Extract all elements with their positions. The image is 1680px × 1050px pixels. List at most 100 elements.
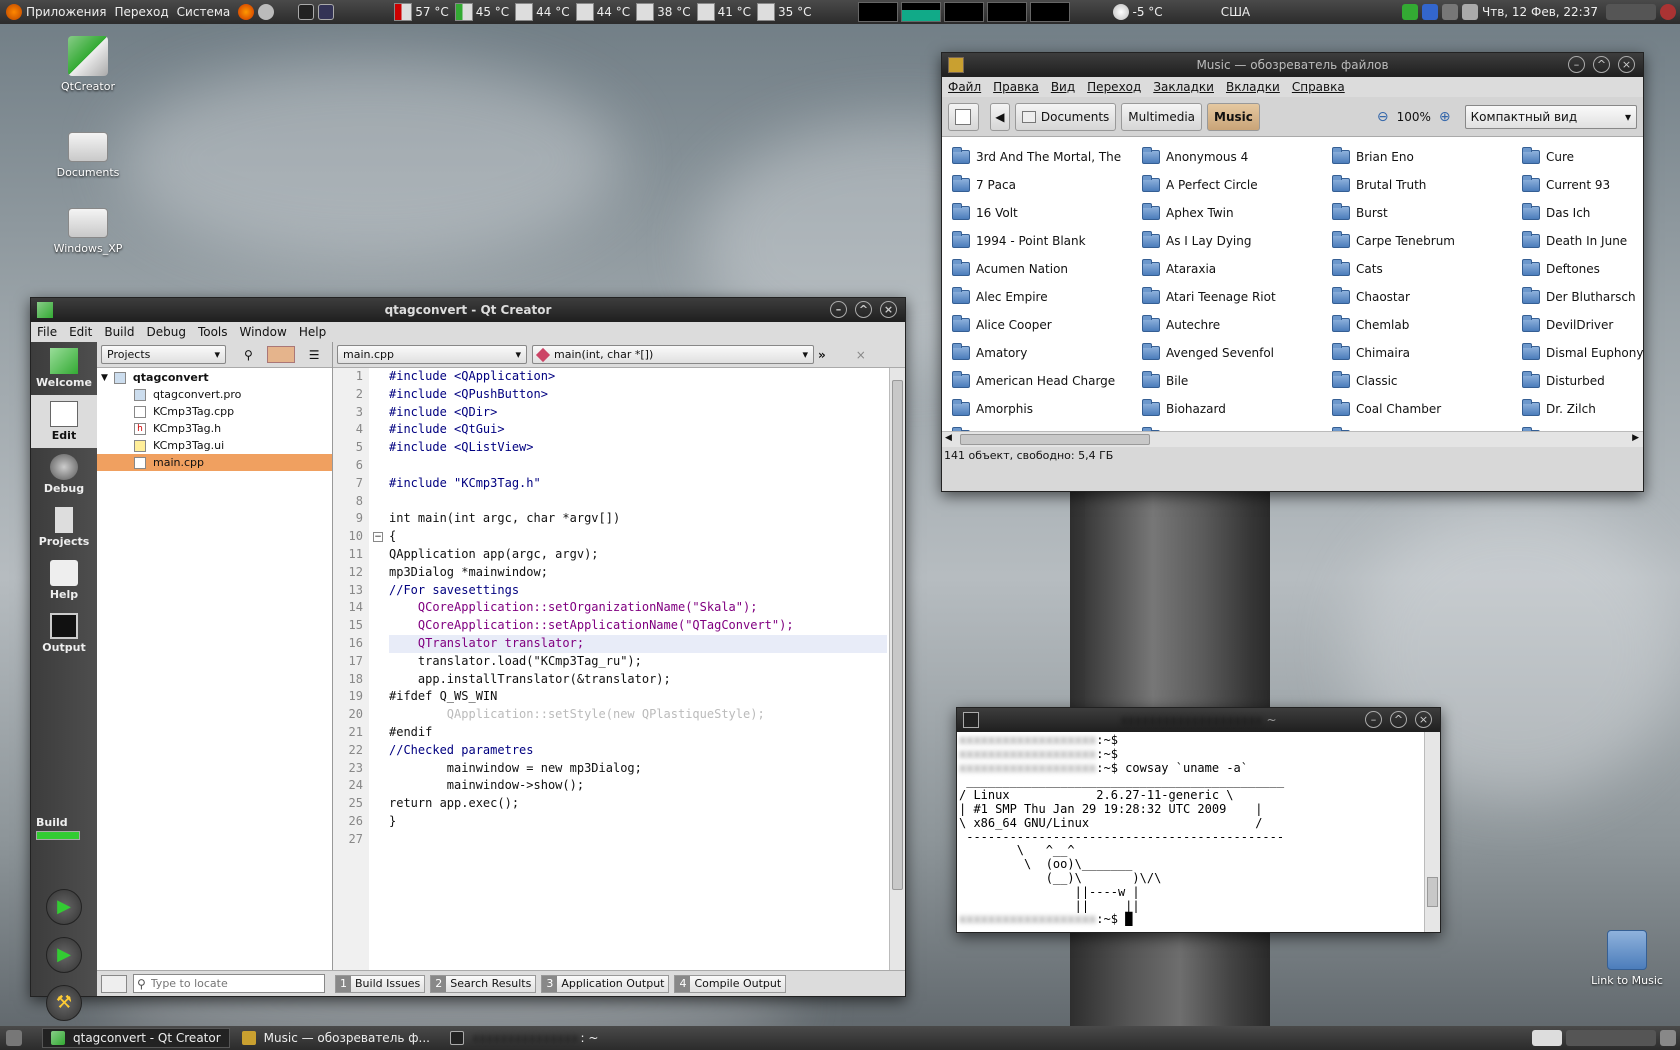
mode-debug[interactable]: Debug (31, 448, 97, 501)
close-button[interactable]: × (880, 301, 897, 318)
qtcreator-icon[interactable] (37, 302, 53, 318)
workspace-switcher[interactable] (1532, 1030, 1562, 1046)
mode-welcome[interactable]: Welcome (31, 342, 97, 395)
menu-go[interactable]: Переход (1087, 80, 1141, 94)
folder-item[interactable]: Classic (1332, 367, 1455, 395)
folder-item[interactable]: Acumen Nation (952, 255, 1121, 283)
trash-icon[interactable] (1660, 1030, 1676, 1046)
sync-editor-toggle[interactable] (266, 346, 295, 363)
nautilus-icon[interactable] (948, 57, 964, 73)
toggle-sidebar-icon[interactable] (101, 974, 127, 993)
path-button-music[interactable]: Music (1207, 102, 1260, 131)
folder-item[interactable]: Dismal Euphony (1522, 339, 1643, 367)
code-line[interactable]: #endif (389, 724, 887, 742)
folder-item[interactable]: A Perfect Circle (1142, 171, 1276, 199)
volume-icon[interactable] (1462, 4, 1478, 20)
code-line[interactable]: QCoreApplication::setApplicationName("QT… (389, 617, 887, 635)
update-notifier-icon[interactable] (1402, 4, 1418, 20)
zoom-out-icon[interactable]: ⊖ (1377, 109, 1389, 125)
menu-tabs[interactable]: Вкладки (1226, 80, 1280, 94)
folder-item[interactable]: Aphex Twin (1142, 199, 1276, 227)
minimize-button[interactable]: – (1365, 711, 1382, 728)
code-line[interactable]: translator.load("KCmp3Tag_ru"); (389, 653, 887, 671)
network-manager-icon[interactable] (1442, 4, 1458, 20)
tab-compile-output[interactable]: 4 Compile Output (674, 974, 787, 993)
user-menu[interactable] (1606, 4, 1656, 20)
folder-item[interactable]: 16 Volt (952, 199, 1121, 227)
open-documents-combo[interactable]: main.cpp ▾ (337, 345, 527, 364)
path-button-documents[interactable]: Documents (1014, 102, 1117, 131)
folder-item[interactable]: Disturbed (1522, 367, 1643, 395)
folder-item[interactable]: Cure (1522, 143, 1643, 171)
tree-file[interactable]: KCmp3Tag.ui (97, 437, 332, 454)
clock[interactable]: Чтв, 12 Фев, 22:37 (1482, 5, 1598, 19)
weather-temperature[interactable]: -5 °C (1133, 5, 1163, 19)
folder-item[interactable]: Chaostar (1332, 283, 1455, 311)
folder-item[interactable]: Burst (1332, 199, 1455, 227)
mode-projects[interactable]: Projects (31, 501, 97, 554)
chevron-right-icon[interactable]: ▶ (1632, 433, 1639, 443)
zoom-level[interactable]: 100% (1397, 110, 1431, 124)
maximize-button[interactable]: ^ (855, 301, 872, 318)
close-button[interactable]: × (1415, 711, 1432, 728)
tree-file[interactable]: KCmp3Tag.cpp (97, 403, 332, 420)
folder-item[interactable]: Carpe Tenebrum (1332, 227, 1455, 255)
mode-edit[interactable]: Edit (31, 395, 97, 448)
folder-item[interactable]: Autechre (1142, 311, 1276, 339)
menu-help[interactable]: Help (299, 325, 326, 339)
scrollbar-thumb[interactable] (892, 380, 903, 890)
bluetooth-icon[interactable] (1422, 4, 1438, 20)
terminal-output[interactable]: xxxxxxxxxxxxxxxxxxx:~$ xxxxxxxxxxxxxxxxxx… (957, 732, 1424, 932)
folder-item[interactable]: Bile (1142, 367, 1276, 395)
split-icon[interactable]: ☰ (309, 348, 320, 362)
code-line[interactable]: QApplication app(argc, argv); (389, 546, 887, 564)
scrollbar-thumb[interactable] (1427, 877, 1438, 907)
tree-file[interactable]: h KCmp3Tag.h (97, 420, 332, 437)
code-line[interactable]: #include <QPushButton> (389, 386, 887, 404)
titlebar[interactable]: xxxxxxxxxxxxxxxxxxxx ~ – ^ × (957, 708, 1440, 732)
filter-icon[interactable]: ⚲ (244, 348, 253, 362)
folder-item[interactable]: Amatory (952, 339, 1121, 367)
vertical-scrollbar[interactable] (889, 368, 905, 970)
code-line[interactable]: int main(int argc, char *argv[]) (389, 510, 887, 528)
folder-item[interactable]: Deftones (1522, 255, 1643, 283)
code-line[interactable]: #ifdef Q_WS_WIN (389, 688, 887, 706)
minimize-button[interactable]: – (830, 301, 847, 318)
chevron-down-icon[interactable]: ▼ (101, 373, 108, 383)
menu-build[interactable]: Build (104, 325, 134, 339)
desktop-icon-windows-xp[interactable]: Windows_XP (43, 198, 133, 255)
menu-window[interactable]: Window (240, 325, 287, 339)
desktop-icon-link-to-music[interactable]: Link to Music (1582, 930, 1672, 987)
tab-application-output[interactable]: 3 Application Output (541, 974, 670, 993)
show-desktop-icon[interactable] (6, 1030, 22, 1046)
menu-help[interactable]: Справка (1292, 80, 1345, 94)
menu-file[interactable]: File (37, 325, 57, 339)
firefox-icon[interactable] (238, 4, 255, 20)
folder-item[interactable]: Brian Eno (1332, 143, 1455, 171)
folder-item[interactable]: Das Ich (1522, 199, 1643, 227)
code-line[interactable]: app.installTranslator(&translator); (389, 671, 887, 689)
task-file-browser[interactable]: Music — обозреватель ф... (234, 1028, 438, 1048)
menu-tools[interactable]: Tools (198, 325, 228, 339)
folder-item[interactable]: Amorphis (952, 395, 1121, 423)
menu-bookmarks[interactable]: Закладки (1153, 80, 1214, 94)
tree-file[interactable]: qtagconvert.pro (97, 386, 332, 403)
fold-marker-icon[interactable]: − (373, 532, 383, 542)
locator[interactable]: ⚲ (133, 974, 325, 993)
chevron-left-icon[interactable]: ◀ (945, 433, 952, 443)
code-line[interactable]: QCoreApplication::setOrganizationName("S… (389, 599, 887, 617)
debug-run-button[interactable]: ▶ (46, 937, 82, 973)
terminal-launcher-icon[interactable] (298, 4, 315, 20)
folder-item[interactable]: 1994 - Point Blank (952, 227, 1121, 255)
code-line[interactable]: //For savesettings (389, 582, 887, 600)
code-line[interactable]: #include <QListView> (389, 439, 887, 457)
tab-search-results[interactable]: 2 Search Results (430, 974, 537, 993)
folder-item[interactable]: Avenged Sevenfol (1142, 339, 1276, 367)
task-terminal[interactable]: xxxxxxxxxxxxxxx : ~ (442, 1028, 606, 1048)
terminal-icon[interactable] (963, 712, 979, 728)
path-back-button[interactable]: ◀ (989, 102, 1010, 131)
run-button[interactable]: ▶ (46, 889, 82, 925)
mode-output[interactable]: Output (31, 607, 97, 660)
task-qtcreator[interactable]: qtagconvert - Qt Creator (42, 1028, 230, 1048)
folder-item[interactable]: Dr. Zilch (1522, 395, 1643, 423)
